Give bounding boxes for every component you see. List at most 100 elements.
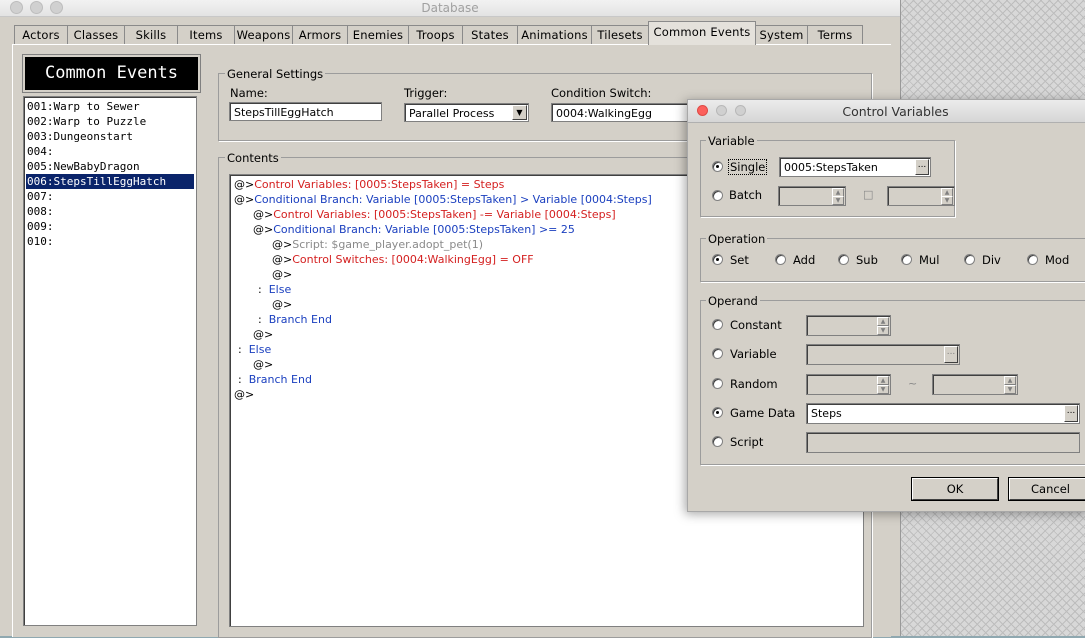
command-line[interactable]: : Branch End (258, 312, 332, 327)
command-line[interactable]: : Branch End (238, 372, 312, 387)
operand-constant-label[interactable]: Constant (730, 318, 782, 332)
command-line[interactable]: @> (272, 267, 292, 282)
batch-end-input[interactable]: ▲ ▼ (887, 186, 955, 206)
spin-up-icon[interactable]: ▲ (1004, 376, 1016, 385)
operation-div-label[interactable]: Div (982, 253, 1001, 267)
name-input[interactable]: StepsTillEggHatch (229, 102, 382, 121)
list-item[interactable]: 004: (26, 144, 194, 159)
command-line[interactable]: @>Conditional Branch: Variable [0005:Ste… (253, 222, 575, 237)
game-data-browse-button[interactable]: ... (1064, 405, 1078, 422)
operand-variable-label[interactable]: Variable (730, 347, 777, 361)
tab-armors[interactable]: Armors (292, 25, 348, 44)
common-events-header: Common Events (22, 54, 201, 93)
spin-down-icon[interactable]: ▼ (877, 326, 889, 335)
tab-system[interactable]: System (755, 25, 808, 44)
trigger-select[interactable]: Parallel Process ▼ (404, 103, 529, 122)
spin-down-icon[interactable]: ▼ (832, 196, 844, 205)
tab-enemies[interactable]: Enemies (347, 25, 409, 44)
tab-troops[interactable]: Troops (408, 25, 463, 44)
chevron-down-icon[interactable]: ▼ (512, 105, 527, 120)
tab-states[interactable]: States (462, 25, 518, 44)
operation-set-label[interactable]: Set (730, 253, 749, 267)
single-label[interactable]: Single (728, 159, 768, 175)
dialog-title: Control Variables (842, 104, 949, 119)
operation-sub-radio[interactable] (838, 254, 849, 265)
list-item[interactable]: 009: (26, 219, 194, 234)
operand-variable-input[interactable]: ... (806, 344, 960, 365)
list-item[interactable]: 002:Warp to Puzzle (26, 114, 194, 129)
operand-random-radio[interactable] (712, 378, 723, 389)
list-item[interactable]: 010: (26, 234, 194, 249)
script-input[interactable] (806, 432, 1080, 453)
command-prefix: @> (272, 238, 293, 251)
command-line[interactable]: @> (234, 387, 254, 402)
operand-script-label[interactable]: Script (730, 435, 763, 449)
operation-sub-label[interactable]: Sub (856, 253, 878, 267)
random-max-input[interactable]: ▲ ▼ (932, 374, 1018, 395)
spin-up-icon[interactable]: ▲ (877, 376, 889, 385)
command-line[interactable]: @>Control Switches: [0004:WalkingEgg] = … (272, 252, 534, 267)
batch-separator: □ (863, 188, 874, 201)
condition-switch-input[interactable]: 0004:WalkingEgg (551, 103, 691, 122)
batch-label[interactable]: Batch (729, 188, 762, 202)
spin-up-icon[interactable]: ▲ (877, 317, 889, 326)
tab-skills[interactable]: Skills (124, 25, 178, 44)
batch-start-input[interactable]: ▲ ▼ (778, 186, 846, 206)
tab-actors[interactable]: Actors (14, 25, 68, 44)
spin-down-icon[interactable]: ▼ (1004, 385, 1016, 394)
operation-mod-label[interactable]: Mod (1045, 253, 1069, 267)
operation-div-radio[interactable] (964, 254, 975, 265)
operand-random-label[interactable]: Random (730, 377, 778, 391)
list-item[interactable]: 007: (26, 189, 194, 204)
operand-variable-radio[interactable] (712, 348, 723, 359)
tab-weapons[interactable]: Weapons (234, 25, 293, 44)
operand-script-radio[interactable] (712, 436, 723, 447)
spin-down-icon[interactable]: ▼ (941, 196, 953, 205)
list-item[interactable]: 008: (26, 204, 194, 219)
command-line[interactable]: @> (253, 357, 273, 372)
operation-mul-radio[interactable] (901, 254, 912, 265)
tab-common-events[interactable]: Common Events (648, 21, 756, 45)
spin-down-icon[interactable]: ▼ (877, 385, 889, 394)
operation-mod-radio[interactable] (1027, 254, 1038, 265)
list-item-selected[interactable]: 006:StepsTillEggHatch (26, 174, 194, 189)
operation-add-radio[interactable] (775, 254, 786, 265)
tab-tilesets[interactable]: Tilesets (591, 25, 649, 44)
tab-classes[interactable]: Classes (67, 25, 125, 44)
command-line[interactable]: @> (253, 327, 273, 342)
command-line[interactable]: @> (272, 297, 292, 312)
batch-radio[interactable] (712, 190, 723, 201)
list-item[interactable]: 003:Dungeonstart (26, 129, 194, 144)
common-events-list[interactable]: 001:Warp to Sewer 002:Warp to Puzzle 003… (23, 96, 197, 626)
constant-input[interactable]: ▲ ▼ (806, 315, 891, 336)
command-line[interactable]: : Else (238, 342, 271, 357)
tab-items[interactable]: Items (177, 25, 235, 44)
list-item[interactable]: 001:Warp to Sewer (26, 99, 194, 114)
operand-variable-browse-button[interactable]: ... (944, 346, 958, 363)
command-line[interactable]: @>Conditional Branch: Variable [0005:Ste… (234, 192, 652, 207)
operand-constant-radio[interactable] (712, 319, 723, 330)
random-min-input[interactable]: ▲ ▼ (806, 374, 891, 395)
single-variable-input[interactable]: 0005:StepsTaken ... (779, 157, 931, 177)
game-data-input[interactable]: Steps ... (806, 403, 1080, 424)
operation-mul-label[interactable]: Mul (919, 253, 939, 267)
tab-animations[interactable]: Animations (517, 25, 592, 44)
single-variable-browse-button[interactable]: ... (915, 159, 929, 175)
command-line[interactable]: @>Control Variables: [0005:StepsTaken] -… (253, 207, 616, 222)
random-separator: ~ (908, 377, 918, 390)
command-line[interactable]: : Else (258, 282, 291, 297)
command-prefix: @> (253, 208, 274, 221)
ok-button[interactable]: OK (911, 477, 999, 501)
cancel-button[interactable]: Cancel (1008, 477, 1085, 501)
operand-game-data-label[interactable]: Game Data (730, 406, 795, 420)
single-radio[interactable] (712, 161, 723, 172)
operation-set-radio[interactable] (712, 254, 723, 265)
operand-game-data-radio[interactable] (712, 407, 723, 418)
command-text: Conditional Branch: Variable [0005:Steps… (273, 223, 575, 236)
command-text: Conditional Branch: Variable [0005:Steps… (254, 193, 652, 206)
command-line[interactable]: @>Script: $game_player.adopt_pet(1) (272, 237, 483, 252)
operation-add-label[interactable]: Add (793, 253, 815, 267)
tab-terms[interactable]: Terms (807, 25, 863, 44)
command-line[interactable]: @>Control Variables: [0005:StepsTaken] =… (234, 177, 504, 192)
list-item[interactable]: 005:NewBabyDragon (26, 159, 194, 174)
